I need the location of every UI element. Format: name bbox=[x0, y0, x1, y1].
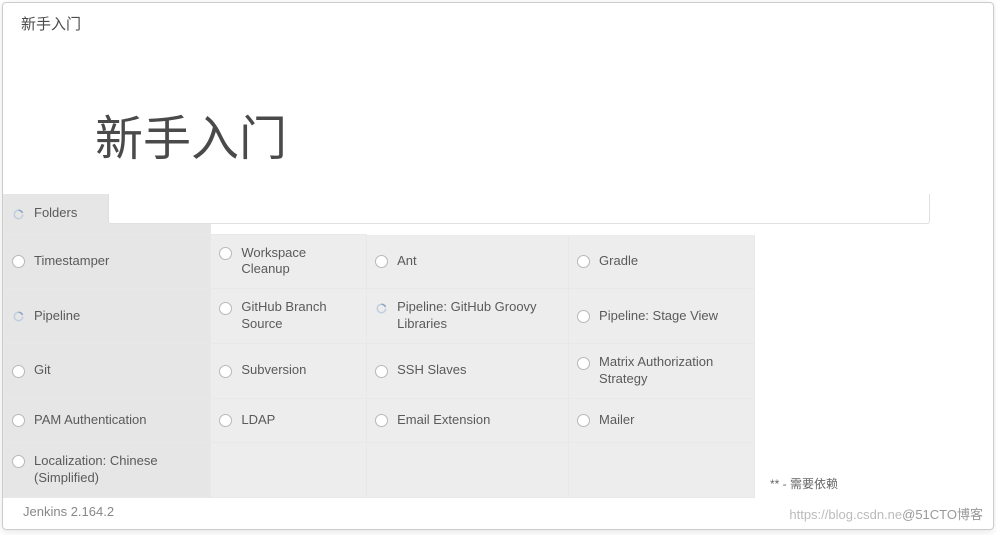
status-pending-icon bbox=[217, 300, 233, 316]
plugin-name-label: Pipeline: GitHub Groovy Libraries bbox=[397, 299, 558, 333]
plugin-cell: Pipeline: Stage View bbox=[569, 289, 755, 344]
pending-icon bbox=[219, 414, 232, 427]
plugin-cell: PAM Authentication bbox=[4, 398, 211, 442]
pending-icon bbox=[219, 247, 232, 260]
status-pending-icon bbox=[217, 363, 233, 379]
status-pending-icon bbox=[373, 254, 389, 270]
plugin-name-label: SSH Slaves bbox=[397, 362, 466, 379]
status-pending-icon bbox=[217, 246, 233, 262]
status-pending-icon bbox=[373, 363, 389, 379]
pending-icon bbox=[577, 414, 590, 427]
plugins-grid: FoldersFormatterTimestamperWorkspace Cle… bbox=[3, 194, 755, 498]
plugin-name-label: Folders bbox=[34, 205, 77, 222]
plugin-name-label: LDAP bbox=[241, 412, 275, 429]
plugin-name-label: Pipeline bbox=[34, 308, 80, 325]
plugin-name-label: Gradle bbox=[599, 253, 638, 270]
status-pending-icon bbox=[575, 254, 591, 270]
plugin-cell: SSH Slaves bbox=[367, 344, 569, 399]
plugins-area: FoldersFormatterTimestamperWorkspace Cle… bbox=[3, 194, 993, 498]
pending-icon bbox=[375, 365, 388, 378]
status-installing-icon bbox=[10, 309, 26, 325]
watermark: https://blog.csdn.ne@51CTO博客 bbox=[789, 504, 983, 523]
pending-icon bbox=[577, 310, 590, 323]
spinner-icon bbox=[11, 207, 26, 222]
status-pending-icon bbox=[10, 454, 26, 470]
watermark-right: @51CTO博客 bbox=[902, 507, 983, 522]
status-pending-icon bbox=[575, 309, 591, 325]
plugin-name-label: Workspace Cleanup bbox=[241, 245, 356, 279]
plugin-cell bbox=[367, 442, 569, 497]
status-installing-icon bbox=[373, 300, 389, 316]
plugin-cell: Gradle bbox=[569, 234, 755, 289]
pending-icon bbox=[12, 255, 25, 268]
spinner-icon bbox=[374, 301, 389, 316]
pending-icon bbox=[12, 365, 25, 378]
status-pending-icon bbox=[10, 413, 26, 429]
plugin-cell: LDAP bbox=[211, 398, 367, 442]
status-pending-icon bbox=[217, 413, 233, 429]
status-pending-icon bbox=[373, 413, 389, 429]
plugin-cell bbox=[211, 442, 367, 497]
header-bar: 新手入门 bbox=[3, 3, 993, 44]
status-installing-icon bbox=[10, 206, 26, 222]
plugin-cell: Git bbox=[4, 344, 211, 399]
plugin-cell: Matrix Authorization Strategy bbox=[569, 344, 755, 399]
pending-icon bbox=[12, 414, 25, 427]
plugin-cell: Pipeline: GitHub Groovy Libraries bbox=[367, 289, 569, 344]
plugin-name-label: Timestamper bbox=[34, 253, 109, 270]
legend: ** - 需要依赖 bbox=[770, 475, 838, 498]
status-pending-icon bbox=[10, 363, 26, 379]
pending-icon bbox=[375, 414, 388, 427]
status-pending-icon bbox=[10, 254, 26, 270]
pending-icon bbox=[12, 455, 25, 468]
plugin-name-label: Email Extension bbox=[397, 412, 490, 429]
plugin-cell: GitHub Branch Source bbox=[211, 289, 367, 344]
legend-text: 需要依赖 bbox=[790, 477, 838, 491]
plugin-cell: Email Extension bbox=[367, 398, 569, 442]
plugin-name-label: Subversion bbox=[241, 362, 306, 379]
plugin-name-label: PAM Authentication bbox=[34, 412, 147, 429]
plugin-cell: Workspace Cleanup bbox=[211, 234, 367, 289]
plugin-name-label: Ant bbox=[397, 253, 417, 270]
plugin-cell: Mailer bbox=[569, 398, 755, 442]
pending-icon bbox=[577, 255, 590, 268]
plugin-name-label: Matrix Authorization Strategy bbox=[599, 354, 744, 388]
plugin-cell: Subversion bbox=[211, 344, 367, 399]
pending-icon bbox=[219, 365, 232, 378]
plugin-name-label: Pipeline: Stage View bbox=[599, 308, 718, 325]
pending-icon bbox=[375, 255, 388, 268]
pending-icon bbox=[219, 302, 232, 315]
plugin-cell bbox=[569, 442, 755, 497]
plugin-name-label: GitHub Branch Source bbox=[241, 299, 356, 333]
plugin-name-label: Localization: Chinese (Simplified) bbox=[34, 453, 200, 487]
sidebar-right: ** - 需要依赖 bbox=[760, 194, 993, 498]
footer-version: Jenkins 2.164.2 bbox=[23, 504, 114, 519]
pending-icon bbox=[577, 357, 590, 370]
plugin-name-label: Git bbox=[34, 362, 51, 379]
plugin-cell: Localization: Chinese (Simplified) bbox=[4, 442, 211, 497]
watermark-left: https://blog.csdn.ne bbox=[789, 507, 902, 522]
page-title: 新手入门 bbox=[3, 44, 993, 194]
progress-panel-overlay bbox=[108, 194, 930, 224]
spinner-icon bbox=[11, 309, 26, 324]
header-title: 新手入门 bbox=[21, 16, 81, 33]
plugin-cell: Ant bbox=[367, 234, 569, 289]
plugin-cell: Pipeline bbox=[4, 289, 211, 344]
legend-dash: - bbox=[779, 477, 790, 491]
status-pending-icon bbox=[575, 355, 591, 371]
legend-prefix: ** bbox=[770, 477, 779, 491]
status-pending-icon bbox=[575, 413, 591, 429]
wizard-container: 新手入门 新手入门 FoldersFormatterTimestamperWor… bbox=[2, 2, 994, 530]
plugin-cell: Timestamper bbox=[4, 234, 211, 289]
plugin-name-label: Mailer bbox=[599, 412, 634, 429]
